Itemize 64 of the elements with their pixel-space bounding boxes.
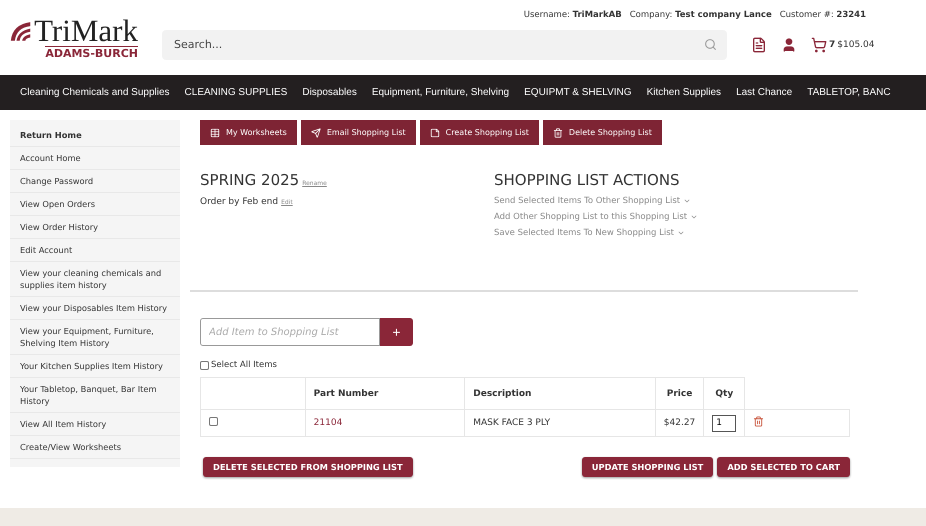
add-button[interactable]: + <box>380 318 413 346</box>
nav-link[interactable]: Cleaning Chemicals and Supplies <box>20 87 170 98</box>
action-dropdown[interactable]: Send Selected Items To Other Shopping List <box>494 193 698 209</box>
column-header: Description <box>464 378 656 410</box>
cart-total: $105.04 <box>837 40 874 50</box>
action-button[interactable]: ADD SELECTED TO CART <box>717 457 850 477</box>
action-dropdown[interactable]: Save Selected Items To New Shopping List <box>494 225 698 241</box>
user-icon[interactable] <box>781 36 797 52</box>
checkbox-label: Select All Items <box>211 360 277 370</box>
nav-link[interactable]: CLEANING SUPPLIES <box>184 87 288 98</box>
sidebar-item[interactable]: View your Disposables Item History <box>10 297 180 320</box>
checkbox[interactable] <box>209 417 218 426</box>
column-header: Price <box>655 378 704 410</box>
delete-icon[interactable] <box>753 416 764 427</box>
sidebar-item[interactable]: Your Tabletop, Banquet, Bar Item History <box>10 378 180 413</box>
nav-link[interactable]: EQUIPMT & SHELVING <box>524 87 632 98</box>
note-icon <box>430 128 440 138</box>
nav-link[interactable]: Equipment, Furniture, Shelving <box>372 87 510 98</box>
sidebar-item[interactable]: Account Home <box>10 147 180 170</box>
quantity-field[interactable]: 1 <box>712 414 736 432</box>
list-note: Order by Feb end <box>200 197 278 207</box>
sidebar-item[interactable]: Create/View Worksheets <box>10 436 180 459</box>
sidebar-item[interactable]: Edit Account <box>10 239 180 262</box>
sidebar-item[interactable]: View your cleaning chemicals and supplies item history <box>10 262 180 297</box>
sidebar-item[interactable]: View Order History <box>10 216 180 239</box>
cart-icon[interactable] <box>811 36 827 52</box>
sidebar-item[interactable]: View Open Orders <box>10 193 180 216</box>
delete-selected-button[interactable]: DELETE SELECTED FROM SHOPPING LIST <box>203 457 413 477</box>
nav-link[interactable]: Disposables <box>302 87 357 98</box>
column-header: Qty <box>704 378 745 410</box>
table-cell: $42.27 <box>664 418 696 428</box>
account-info: Company: Test company Lance <box>630 10 772 20</box>
action-button[interactable]: UPDATE SHOPPING LIST <box>582 457 714 477</box>
document-icon[interactable] <box>751 36 767 52</box>
trash-icon <box>552 128 563 138</box>
part-number-link[interactable]: 21104 <box>314 418 342 428</box>
toolbar-button[interactable]: Email Shopping List <box>300 120 416 145</box>
toolbar-button[interactable]: Delete Shopping List <box>542 120 662 145</box>
nav-link[interactable]: Last Chance <box>736 87 792 98</box>
nav-link[interactable]: Kitchen Supplies <box>646 87 722 98</box>
search-icon[interactable] <box>704 38 717 51</box>
logo-wordmark: TriMark <box>34 15 138 46</box>
table-icon <box>210 128 220 138</box>
actions-heading: SHOPPING LIST ACTIONS <box>494 171 681 189</box>
checkbox[interactable] <box>200 360 209 370</box>
search-input[interactable]: Search... <box>172 37 704 52</box>
sidebar-item[interactable]: Return Home <box>10 124 180 147</box>
table-cell: MASK FACE 3 PLY <box>473 418 550 428</box>
sidebar-item[interactable]: View your Equipment, Furniture, Shelving Item History <box>10 320 180 355</box>
column-header: Part Number <box>305 378 465 410</box>
sidebar-item[interactable]: View All Item History <box>10 413 180 436</box>
sidebar-item[interactable]: Change Password <box>10 170 180 193</box>
account-info: Username: TriMarkAB <box>524 10 622 20</box>
toolbar-button[interactable]: Create Shopping List <box>420 120 539 145</box>
logo-subtitle: ADAMS-BURCH <box>45 46 138 60</box>
send-icon <box>310 128 321 138</box>
nav-link[interactable]: TABLETOP, BANC <box>807 87 891 98</box>
cart-count: 7 <box>829 40 836 50</box>
list-title: SPRING 2025 <box>200 171 300 189</box>
account-info: Customer #: 23241 <box>780 10 866 20</box>
action-dropdown[interactable]: Add Other Shopping List to this Shopping List <box>494 209 698 225</box>
sidebar-item[interactable]: Your Kitchen Supplies Item History <box>10 355 180 378</box>
search-field[interactable]: Search... <box>162 30 727 60</box>
toolbar-button[interactable]: My Worksheets <box>200 120 297 145</box>
